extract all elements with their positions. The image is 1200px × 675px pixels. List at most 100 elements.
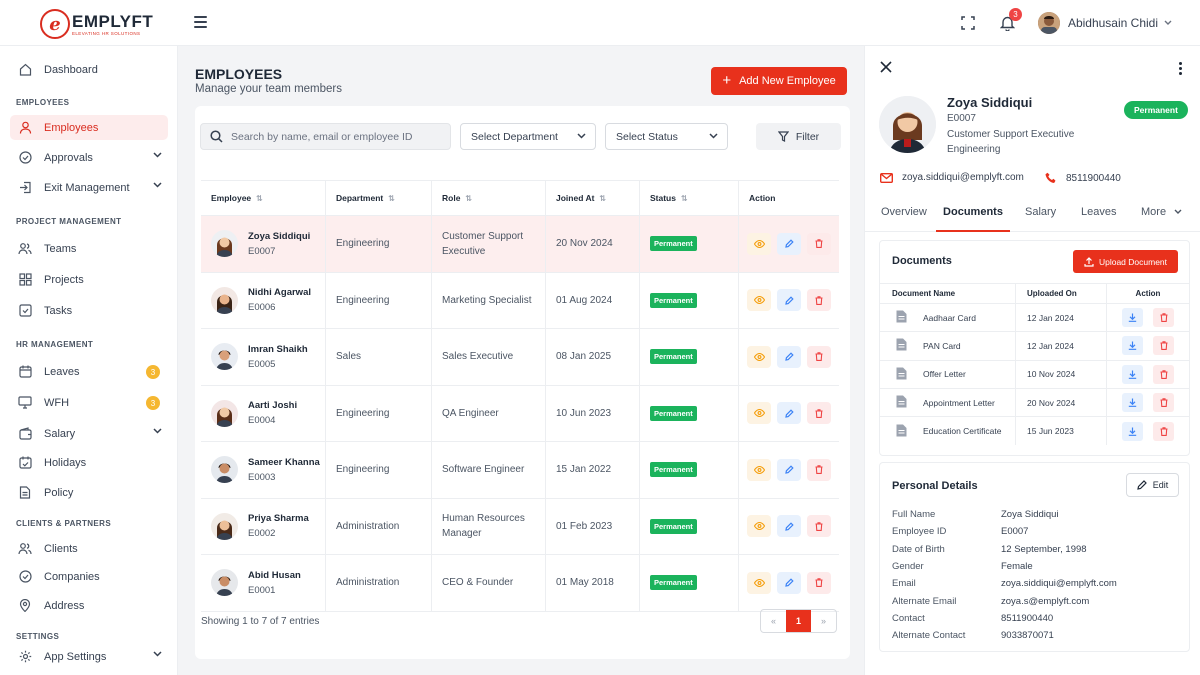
document-name[interactable]: PAN Card xyxy=(923,341,961,351)
table-row[interactable]: Nidhi Agarwal E0006 Engineering Marketing… xyxy=(201,272,839,329)
tab-more[interactable]: More xyxy=(1141,206,1185,232)
column-header-status[interactable]: Status ⇅ xyxy=(640,181,739,215)
delete-icon[interactable] xyxy=(807,402,831,425)
document-name[interactable]: Aadhaar Card xyxy=(923,313,976,323)
delete-icon[interactable] xyxy=(807,289,831,312)
sidebar-item-tasks[interactable]: Tasks xyxy=(10,298,168,323)
sidebar-item-address[interactable]: Address xyxy=(10,593,168,618)
employee-name[interactable]: Abid Husan xyxy=(248,570,301,581)
employee-phone[interactable]: 8511900440 xyxy=(1045,172,1121,184)
add-employee-button[interactable]: + Add New Employee xyxy=(711,67,847,95)
document-name[interactable]: Offer Letter xyxy=(923,369,966,379)
sidebar-item-holidays[interactable]: Holidays xyxy=(10,450,168,475)
edit-icon[interactable] xyxy=(777,289,801,312)
status-select[interactable]: Select Status xyxy=(605,123,728,150)
document-name[interactable]: Appointment Letter xyxy=(923,398,995,408)
edit-icon[interactable] xyxy=(777,345,801,368)
delete-icon[interactable] xyxy=(807,571,831,594)
department-select[interactable]: Select Department xyxy=(460,123,596,150)
view-icon[interactable] xyxy=(747,232,771,255)
table-row[interactable]: Sameer Khanna E0003 Engineering Software … xyxy=(201,442,839,499)
delete-icon[interactable] xyxy=(807,345,831,368)
edit-icon[interactable] xyxy=(777,458,801,481)
delete-icon[interactable] xyxy=(1153,364,1174,384)
download-icon[interactable] xyxy=(1122,393,1143,413)
sidebar-item-teams[interactable]: Teams xyxy=(10,236,168,261)
search-input[interactable] xyxy=(231,130,431,143)
delete-icon[interactable] xyxy=(1153,393,1174,413)
view-icon[interactable] xyxy=(747,571,771,594)
employee-name[interactable]: Imran Shaikh xyxy=(248,344,308,355)
pagination-prev[interactable]: « xyxy=(761,610,786,632)
edit-icon[interactable] xyxy=(777,232,801,255)
download-icon[interactable] xyxy=(1122,364,1143,384)
chevron-down-icon[interactable] xyxy=(1164,20,1172,26)
employee-email[interactable]: zoya.siddiqui@emplyft.com xyxy=(880,172,1024,183)
sidebar-item-dashboard[interactable]: Dashboard xyxy=(10,57,168,82)
table-row[interactable]: Abid Husan E0001 Administration CEO & Fou… xyxy=(201,555,839,612)
upload-icon xyxy=(1084,256,1094,267)
sidebar-item-wfh[interactable]: WFH 3 xyxy=(10,390,168,415)
pagination-page[interactable]: 1 xyxy=(786,610,811,632)
more-options-icon[interactable] xyxy=(1179,62,1182,75)
edit-icon[interactable] xyxy=(777,571,801,594)
edit-button[interactable]: Edit xyxy=(1126,473,1179,497)
brand-logo[interactable]: e EMPLYFT ELEVATING HR SOLUTIONS xyxy=(40,8,153,40)
delete-icon[interactable] xyxy=(807,232,831,255)
document-name[interactable]: Education Certificate xyxy=(923,426,1001,436)
hamburger-icon[interactable] xyxy=(194,16,207,28)
download-icon[interactable] xyxy=(1122,421,1143,441)
delete-icon[interactable] xyxy=(807,458,831,481)
column-header-department[interactable]: Department ⇅ xyxy=(326,181,432,215)
fullscreen-icon[interactable] xyxy=(958,13,978,33)
search-box[interactable] xyxy=(200,123,451,150)
tab-leaves[interactable]: Leaves xyxy=(1081,206,1117,232)
tab-documents[interactable]: Documents xyxy=(936,206,1010,232)
sidebar-item-clients[interactable]: Clients xyxy=(10,536,168,561)
table-row[interactable]: Zoya Siddiqui E0007 Engineering Customer … xyxy=(201,216,839,273)
bell-icon[interactable]: 3 xyxy=(998,8,1022,33)
employee-name[interactable]: Aarti Joshi xyxy=(248,400,297,411)
view-icon[interactable] xyxy=(747,345,771,368)
table-row[interactable]: Imran Shaikh E0005 Sales Sales Executive … xyxy=(201,329,839,386)
view-icon[interactable] xyxy=(747,289,771,312)
column-header-employee[interactable]: Employee ⇅ xyxy=(201,181,326,215)
employee-name[interactable]: Nidhi Agarwal xyxy=(248,287,311,298)
filter-button[interactable]: Filter xyxy=(756,123,841,150)
sidebar-item-leaves[interactable]: Leaves 3 xyxy=(10,359,168,384)
sidebar-item-companies[interactable]: Companies xyxy=(10,564,168,589)
upload-document-button[interactable]: Upload Document xyxy=(1073,250,1178,273)
sidebar-item-projects[interactable]: Projects xyxy=(10,267,168,292)
edit-icon[interactable] xyxy=(777,402,801,425)
employee-name[interactable]: Sameer Khanna xyxy=(248,457,320,468)
sidebar-item-app-settings[interactable]: App Settings xyxy=(10,644,168,669)
sidebar-item-employees[interactable]: Employees xyxy=(10,115,168,140)
edit-icon[interactable] xyxy=(777,515,801,538)
sidebar-item-approvals[interactable]: Approvals xyxy=(10,145,168,170)
sidebar-item-salary[interactable]: Salary xyxy=(10,421,168,446)
user-name[interactable]: Abidhusain Chidi xyxy=(1068,16,1158,30)
sidebar-item-policy[interactable]: Policy xyxy=(10,480,168,505)
delete-icon[interactable] xyxy=(1153,336,1174,356)
view-icon[interactable] xyxy=(747,402,771,425)
close-icon[interactable] xyxy=(880,61,892,73)
employee-name[interactable]: Zoya Siddiqui xyxy=(248,231,310,242)
employee-name[interactable]: Priya Sharma xyxy=(248,513,309,524)
sidebar-item-exit-management[interactable]: Exit Management xyxy=(10,175,168,200)
tab-salary[interactable]: Salary xyxy=(1025,206,1059,232)
delete-icon[interactable] xyxy=(807,515,831,538)
delete-icon[interactable] xyxy=(1153,421,1174,441)
column-header-role[interactable]: Role ⇅ xyxy=(432,181,546,215)
delete-icon[interactable] xyxy=(1153,308,1174,328)
download-icon[interactable] xyxy=(1122,308,1143,328)
table-row[interactable]: Priya Sharma E0002 Administration Human R… xyxy=(201,498,839,555)
column-header-joined-at[interactable]: Joined At ⇅ xyxy=(546,181,640,215)
download-icon[interactable] xyxy=(1122,336,1143,356)
view-icon[interactable] xyxy=(747,515,771,538)
avatar[interactable] xyxy=(1037,12,1060,34)
tab-overview[interactable]: Overview xyxy=(881,206,927,232)
pagination-next[interactable]: » xyxy=(811,610,836,632)
table-row[interactable]: Aarti Joshi E0004 Engineering QA Engineer… xyxy=(201,385,839,442)
users-icon xyxy=(18,542,32,556)
view-icon[interactable] xyxy=(747,458,771,481)
